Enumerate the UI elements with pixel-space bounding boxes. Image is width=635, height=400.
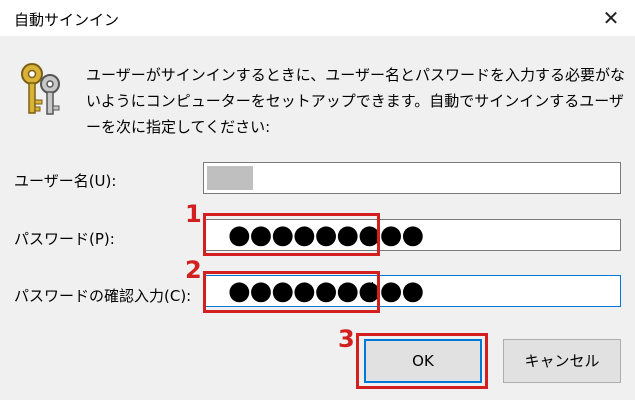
step-number-1: 1 [185,200,202,228]
step-number-2: 2 [185,256,202,284]
window-title: 自動サインイン [14,11,120,29]
username-label: ユーザー名(U): [14,172,117,190]
username-field[interactable] [203,162,621,194]
ok-button[interactable]: OK [364,339,482,383]
highlight-box-password [203,213,380,256]
highlight-box-confirm [203,271,380,313]
close-icon[interactable]: ✕ [590,2,632,34]
username-redaction [207,166,253,190]
step-number-3: 3 [338,325,355,353]
description-text: ユーザーがサインインするときに、ユーザー名とパスワードを入力する必要がないように… [86,66,625,136]
cancel-button[interactable]: キャンセル [503,339,621,383]
confirm-password-label: パスワードの確認入力(C): [14,287,192,305]
password-label: パスワード(P): [14,230,115,248]
title-bar: 自動サインイン ✕ [0,0,635,36]
keys-icon [21,63,60,115]
